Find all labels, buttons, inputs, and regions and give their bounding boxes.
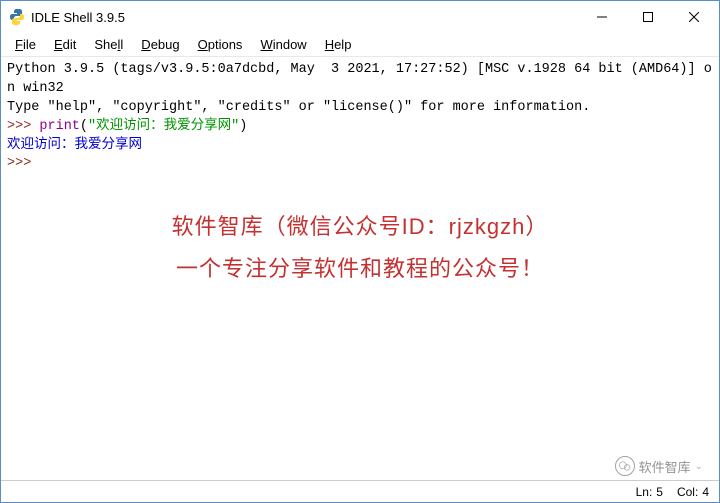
string-literal: "欢迎访问：我爱分享网"	[88, 119, 239, 134]
builtin-print: print	[39, 119, 80, 134]
ln-label: Ln:	[636, 485, 653, 499]
col-label: Col:	[677, 485, 698, 499]
menu-help[interactable]: Help	[317, 35, 360, 54]
statusbar: Ln: 5 Col: 4	[1, 480, 719, 502]
window-title: IDLE Shell 3.9.5	[31, 10, 579, 25]
watermark: 软件智库 ⌄	[615, 456, 703, 476]
watermark-text: 软件智库	[639, 457, 691, 476]
menu-options[interactable]: Options	[190, 35, 251, 54]
close-button[interactable]	[671, 2, 717, 32]
paren-close: )	[239, 119, 247, 134]
banner-line2: Type "help", "copyright", "credits" or "…	[7, 100, 590, 115]
col-value: 4	[702, 485, 709, 499]
paren-open: (	[80, 119, 88, 134]
wechat-icon	[615, 456, 635, 476]
menubar: File Edit Shell Debug Options Window Hel…	[1, 33, 719, 56]
window-controls	[579, 2, 717, 32]
output-line: 欢迎访问：我爱分享网	[7, 138, 142, 153]
shell-content[interactable]: Python 3.9.5 (tags/v3.9.5:0a7dcbd, May 3…	[1, 56, 719, 479]
python-icon	[9, 9, 25, 25]
prompt: >>>	[7, 119, 39, 134]
menu-file[interactable]: File	[7, 35, 44, 54]
chevron-down-icon: ⌄	[695, 461, 703, 472]
maximize-button[interactable]	[625, 2, 671, 32]
minimize-button[interactable]	[579, 2, 625, 32]
menu-shell[interactable]: Shell	[86, 35, 131, 54]
banner-line1: Python 3.9.5 (tags/v3.9.5:0a7dcbd, May 3…	[7, 62, 712, 96]
titlebar: IDLE Shell 3.9.5	[1, 1, 719, 33]
menu-edit[interactable]: Edit	[46, 35, 84, 54]
menu-debug[interactable]: Debug	[133, 35, 187, 54]
prompt-empty: >>>	[7, 156, 31, 171]
ln-value: 5	[656, 485, 663, 499]
menu-window[interactable]: Window	[252, 35, 314, 54]
